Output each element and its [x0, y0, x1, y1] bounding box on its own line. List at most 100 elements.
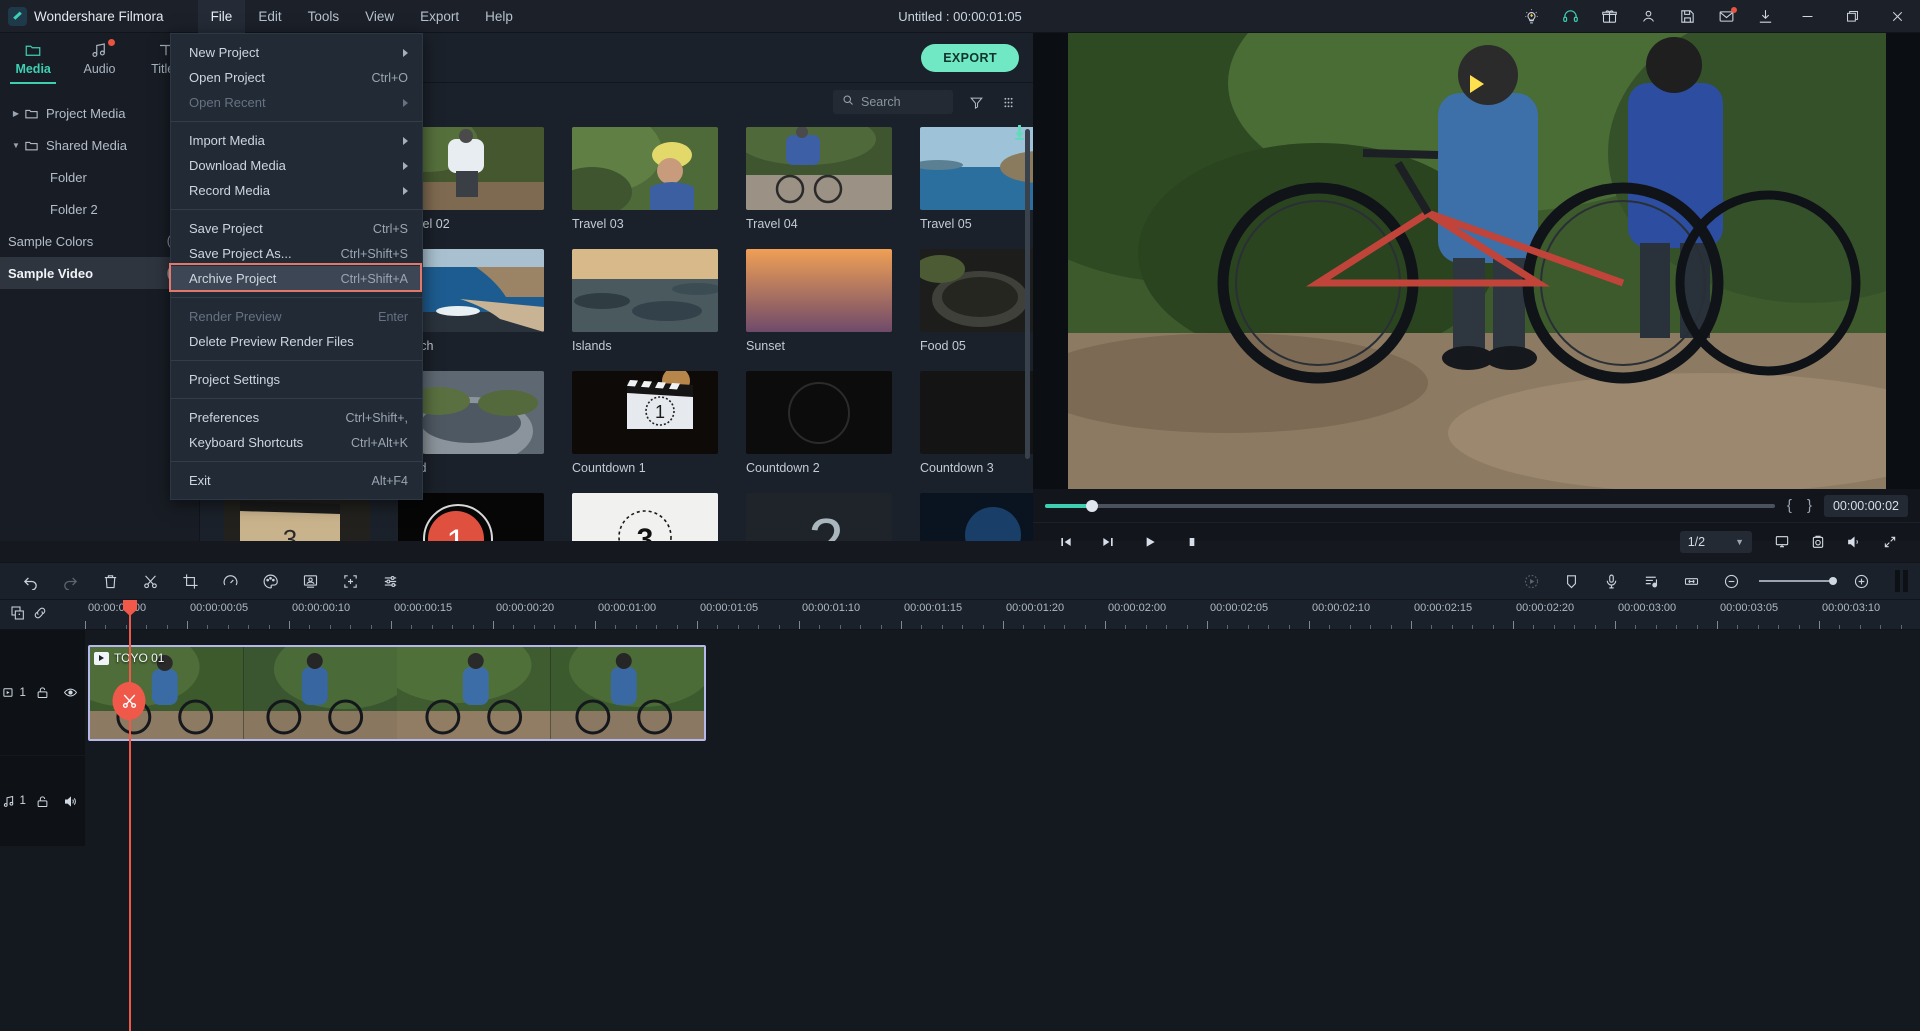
search-input[interactable]: [861, 95, 944, 109]
media-thumbnail[interactable]: [746, 249, 892, 332]
media-item[interactable]: Travel 04: [746, 127, 892, 231]
support-headset-icon[interactable]: [1551, 0, 1590, 33]
play-button[interactable]: [1129, 527, 1171, 557]
panel-resize-handle[interactable]: [1895, 570, 1908, 592]
menu-edit[interactable]: Edit: [245, 0, 294, 33]
menu-tools[interactable]: Tools: [295, 0, 353, 33]
mail-icon[interactable]: [1707, 0, 1746, 33]
undo-button[interactable]: [10, 562, 50, 600]
media-thumbnail[interactable]: 3: [224, 493, 370, 541]
menu-item-project-settings[interactable]: Project Settings: [171, 367, 422, 392]
library-scrollbar[interactable]: [1025, 129, 1030, 459]
media-thumbnail[interactable]: [746, 127, 892, 210]
minimize-button[interactable]: [1785, 0, 1830, 33]
filter-funnel-icon[interactable]: [967, 93, 985, 111]
green-screen-icon[interactable]: [290, 562, 330, 600]
media-thumbnail[interactable]: 1: [572, 371, 718, 454]
add-frame-icon[interactable]: [330, 562, 370, 600]
voiceover-mic-icon[interactable]: [1591, 562, 1631, 600]
fullscreen-expand-icon[interactable]: [1872, 527, 1908, 557]
speed-icon[interactable]: [210, 562, 250, 600]
chevron-right-icon[interactable]: ▶: [8, 109, 24, 118]
adjust-sliders-icon[interactable]: [370, 562, 410, 600]
search-box[interactable]: [833, 90, 953, 114]
unlock-icon[interactable]: [28, 685, 56, 700]
redo-button[interactable]: [50, 562, 90, 600]
media-item[interactable]: Countdown 8: [920, 493, 1033, 541]
video-frame[interactable]: [1067, 33, 1886, 489]
tab-media[interactable]: Media: [0, 37, 66, 76]
menu-view[interactable]: View: [352, 0, 407, 33]
media-thumbnail[interactable]: [572, 127, 718, 210]
menu-item-save-project[interactable]: Save Project Ctrl+S: [171, 216, 422, 241]
menu-export[interactable]: Export: [407, 0, 472, 33]
delete-trash-icon[interactable]: [90, 562, 130, 600]
media-thumbnail[interactable]: 1: [398, 493, 544, 541]
render-preview-button[interactable]: [1511, 562, 1551, 600]
zoom-track[interactable]: [1759, 577, 1837, 585]
timeline-clip[interactable]: TOYO 01: [88, 645, 706, 741]
media-item[interactable]: Islands: [572, 125, 1024, 353]
add-track-icon[interactable]: [10, 605, 26, 626]
menu-file[interactable]: File: [197, 0, 246, 33]
timeline-zoom-slider[interactable]: [1711, 562, 1881, 600]
render-preview-button[interactable]: [1764, 527, 1800, 557]
gift-icon[interactable]: [1590, 0, 1629, 33]
eye-icon[interactable]: [57, 685, 85, 700]
menu-item-save-project-as[interactable]: Save Project As... Ctrl+Shift+S: [171, 241, 422, 266]
next-frame-button[interactable]: [1087, 527, 1129, 557]
menu-help[interactable]: Help: [472, 0, 526, 33]
menu-item-open-project[interactable]: Open Project Ctrl+O: [171, 65, 422, 90]
media-item[interactable]: 3 Countdown 6: [572, 125, 1024, 541]
preview-quality-select[interactable]: 1/2 ▼: [1679, 531, 1752, 553]
mark-in-button[interactable]: {: [1784, 497, 1795, 514]
media-thumbnail[interactable]: [746, 371, 892, 454]
player-progress-knob[interactable]: [1086, 499, 1099, 512]
mark-out-button[interactable]: }: [1804, 497, 1815, 514]
snapshot-camera-icon[interactable]: [1800, 527, 1836, 557]
volume-speaker-icon[interactable]: [1836, 527, 1872, 557]
menu-item-preferences[interactable]: Preferences Ctrl+Shift+,: [171, 405, 422, 430]
media-thumbnail[interactable]: 2: [746, 493, 892, 541]
fit-timeline-icon[interactable]: [1671, 562, 1711, 600]
media-thumbnail[interactable]: [572, 249, 718, 332]
zoom-out-icon[interactable]: [1711, 562, 1751, 600]
download-icon[interactable]: [1746, 0, 1785, 33]
chevron-down-icon[interactable]: ▼: [8, 141, 24, 150]
media-thumbnail[interactable]: [920, 371, 1033, 454]
media-thumbnail[interactable]: 3: [572, 493, 718, 541]
marker-icon[interactable]: [1551, 562, 1591, 600]
menu-item-keyboard-shortcuts[interactable]: Keyboard Shortcuts Ctrl+Alt+K: [171, 430, 422, 455]
menu-item-download-media[interactable]: Download Media: [171, 153, 422, 178]
player-progress-track[interactable]: [1045, 499, 1775, 512]
menu-item-exit[interactable]: Exit Alt+F4: [171, 468, 422, 493]
split-scissors-icon[interactable]: [130, 562, 170, 600]
split-marker-icon[interactable]: [112, 682, 146, 720]
save-disk-icon[interactable]: [1668, 0, 1707, 33]
menu-item-new-project[interactable]: New Project: [171, 40, 422, 65]
media-item[interactable]: Travel 03: [572, 127, 718, 231]
timeline-ruler[interactable]: 00:00:00:00 00:00:00:05 00:00:00:10 00:00:0…: [85, 600, 1920, 630]
stop-button[interactable]: [1171, 527, 1213, 557]
media-item[interactable]: 2 Countdown 7: [746, 125, 1024, 541]
media-item[interactable]: 3 Countdown 4: [224, 493, 370, 541]
media-item[interactable]: 1 Countdown 1: [572, 371, 718, 475]
speaker-icon[interactable]: [57, 794, 85, 809]
audio-mixer-icon[interactable]: [1631, 562, 1671, 600]
menu-item-archive-project[interactable]: Archive Project Ctrl+Shift+A: [169, 263, 422, 292]
menu-item-delete-preview-render-files[interactable]: Delete Preview Render Files: [171, 329, 422, 354]
zoom-in-icon[interactable]: [1841, 562, 1881, 600]
close-button[interactable]: [1875, 0, 1920, 33]
zoom-knob[interactable]: [1829, 577, 1837, 585]
media-item[interactable]: 1 Countdown 5: [398, 125, 1024, 541]
media-item[interactable]: Countdown 2: [746, 125, 1024, 475]
media-item[interactable]: Sunset: [746, 125, 1024, 353]
maximize-button[interactable]: [1830, 0, 1875, 33]
account-person-icon[interactable]: [1629, 0, 1668, 33]
grid-layout-icon[interactable]: [999, 93, 1017, 111]
audio-track-body[interactable]: [85, 756, 1920, 846]
media-thumbnail[interactable]: [920, 249, 1033, 332]
video-track-body[interactable]: TOYO 01: [85, 630, 1920, 754]
tab-audio[interactable]: Audio: [66, 37, 132, 76]
color-palette-icon[interactable]: [250, 562, 290, 600]
